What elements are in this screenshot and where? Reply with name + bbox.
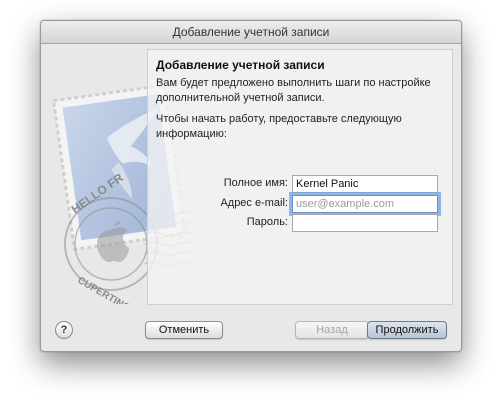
window-title: Добавление учетной записи: [41, 21, 461, 44]
email-field[interactable]: [292, 195, 438, 213]
cancel-button[interactable]: Отменить: [145, 321, 223, 339]
full-name-field[interactable]: [292, 175, 438, 193]
full-name-row: Полное имя:: [148, 175, 452, 193]
continue-button[interactable]: Продолжить: [367, 321, 447, 339]
email-row: Адрес e-mail:: [148, 195, 452, 213]
password-row: Пароль:: [148, 214, 452, 232]
intro-text: Вам будет предложено выполнить шаги по н…: [156, 77, 431, 104]
email-label: Адрес e-mail:: [220, 197, 288, 209]
password-label: Пароль:: [246, 216, 288, 228]
password-field[interactable]: [292, 214, 438, 232]
panel-heading: Добавление учетной записи: [156, 58, 325, 72]
add-account-window: Добавление учетной записи HELLO FR CUPER…: [40, 20, 462, 352]
full-name-label: Полное имя:: [223, 177, 288, 189]
instruction-text: Чтобы начать работу, предоставьте следую…: [156, 113, 402, 140]
help-button[interactable]: ?: [55, 321, 73, 339]
content-panel: Добавление учетной записи Вам будет пред…: [147, 49, 453, 305]
back-button[interactable]: Назад: [295, 321, 369, 339]
